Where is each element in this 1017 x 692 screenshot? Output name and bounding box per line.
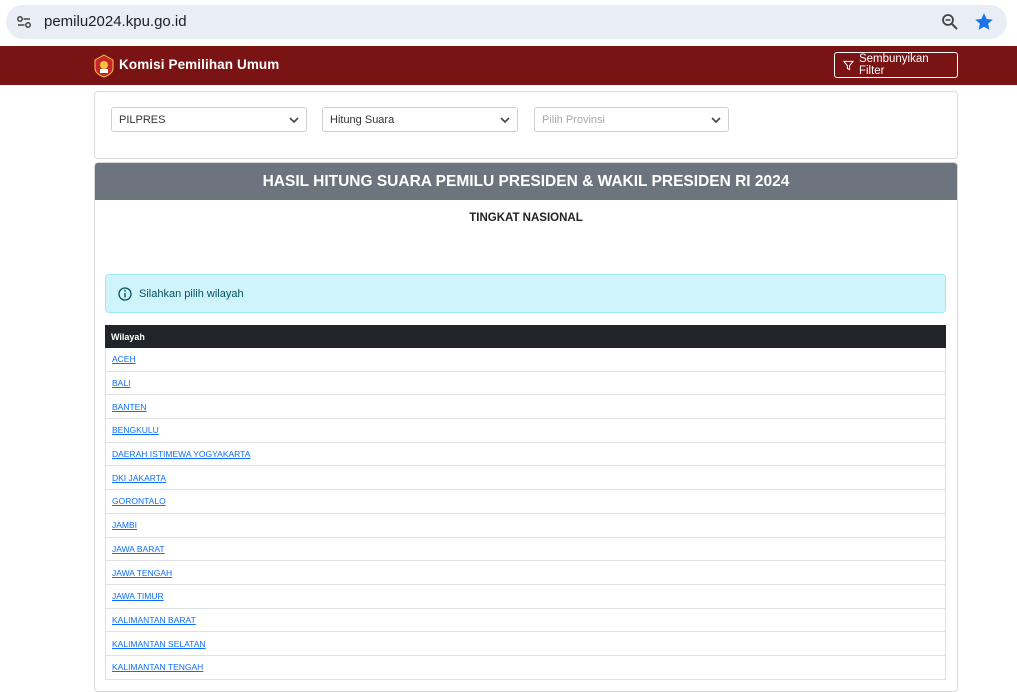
region-link[interactable]: KALIMANTAN TENGAH <box>112 662 203 672</box>
election-type-select[interactable]: PILPRES <box>111 107 307 132</box>
province-placeholder: Pilih Provinsi <box>542 113 605 126</box>
table-row: JAWA TIMUR <box>105 584 946 609</box>
filter-icon <box>843 60 854 70</box>
site-header: Komisi Pemilihan Umum Sembunyikan Filter <box>0 46 1017 85</box>
table-row: KALIMANTAN SELATAN <box>105 632 946 656</box>
table-row: GORONTALO <box>105 490 946 514</box>
region-link[interactable]: KALIMANTAN SELATAN <box>112 639 206 649</box>
url-text[interactable]: pemilu2024.kpu.go.id <box>44 13 187 30</box>
region-link[interactable]: GORONTALO <box>112 496 166 506</box>
level-label: TINGKAT NASIONAL <box>469 212 583 224</box>
bookmark-star-icon[interactable] <box>973 11 995 33</box>
election-type-value: PILPRES <box>119 113 166 126</box>
table-row: BANTEN <box>105 395 946 420</box>
region-link[interactable]: DKI JAKARTA <box>112 473 166 483</box>
alert-text: Silahkan pilih wilayah <box>139 287 244 300</box>
filter-panel: PILPRES Hitung Suara Pilih Provinsi <box>94 91 958 159</box>
table-row: JAMBI <box>105 513 946 538</box>
region-link[interactable]: KALIMANTAN BARAT <box>112 615 196 625</box>
table-header: Wilayah <box>105 325 946 348</box>
region-link[interactable]: BALI <box>112 378 130 388</box>
hide-filter-label: Sembunyikan Filter <box>858 53 929 77</box>
region-link[interactable]: DAERAH ISTIMEWA YOGYAKARTA <box>112 449 250 459</box>
region-link[interactable]: BENGKULU <box>112 425 159 435</box>
zoom-icon[interactable] <box>940 12 960 32</box>
browser-toolbar: pemilu2024.kpu.go.id <box>0 0 1017 46</box>
column-header-wilayah: Wilayah <box>111 331 145 342</box>
region-link[interactable]: JAMBI <box>112 520 137 530</box>
table-row: DAERAH ISTIMEWA YOGYAKARTA <box>105 442 946 467</box>
info-alert: Silahkan pilih wilayah <box>105 274 946 313</box>
table-row: JAWA TENGAH <box>105 561 946 585</box>
count-mode-select[interactable]: Hitung Suara <box>322 107 518 132</box>
site-info-icon[interactable] <box>14 12 34 32</box>
region-link[interactable]: JAWA BARAT <box>112 544 165 554</box>
province-select[interactable]: Pilih Provinsi <box>534 107 729 132</box>
hide-filter-button[interactable]: Sembunyikan Filter <box>834 52 958 78</box>
result-panel: HASIL HITUNG SUARA PEMILU PRESIDEN & WAK… <box>94 162 958 692</box>
region-link[interactable]: JAWA TIMUR <box>112 591 164 601</box>
address-bar[interactable]: pemilu2024.kpu.go.id <box>6 5 1007 39</box>
region-link[interactable]: JAWA TENGAH <box>112 568 172 578</box>
chevron-down-icon <box>289 117 299 124</box>
table-row: BENGKULU <box>105 419 946 443</box>
table-row: BALI <box>105 371 946 396</box>
kpu-logo-icon[interactable] <box>93 54 115 78</box>
region-table: Wilayah ACEH BALI BANTEN BENGKULU DAERAH… <box>105 325 946 680</box>
table-row: DKI JAKARTA <box>105 466 946 491</box>
region-link[interactable]: ACEH <box>112 354 136 364</box>
table-row: KALIMANTAN BARAT <box>105 608 946 633</box>
table-row: KALIMANTAN TENGAH <box>105 655 946 680</box>
table-row: JAWA BARAT <box>105 537 946 562</box>
info-icon <box>118 286 132 301</box>
brand-name[interactable]: Komisi Pemilihan Umum <box>119 57 279 72</box>
count-mode-value: Hitung Suara <box>330 113 395 126</box>
region-link[interactable]: BANTEN <box>112 402 146 412</box>
chevron-down-icon <box>711 117 721 124</box>
panel-title: HASIL HITUNG SUARA PEMILU PRESIDEN & WAK… <box>95 163 957 200</box>
chevron-down-icon <box>500 117 510 124</box>
table-row: ACEH <box>105 348 946 372</box>
